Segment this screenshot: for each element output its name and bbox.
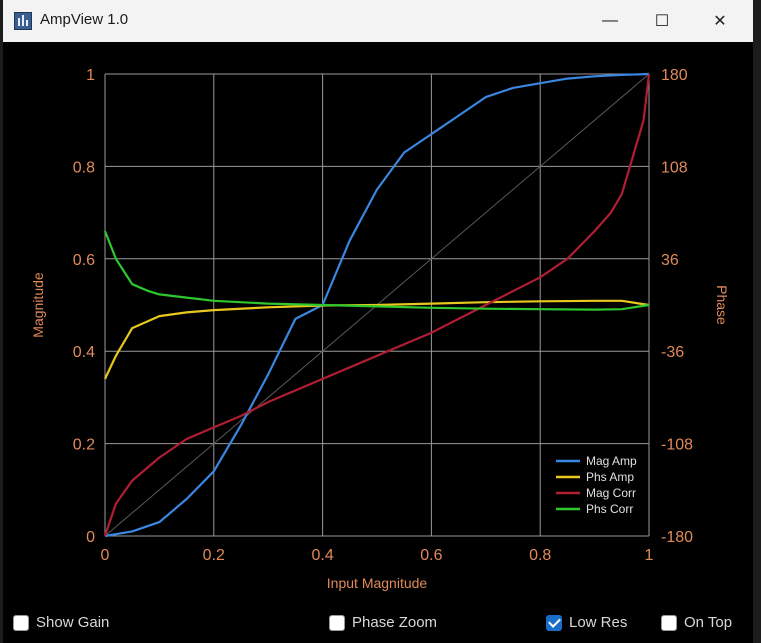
minimize-icon: —: [602, 12, 618, 29]
legend-label: Phs Amp: [586, 470, 634, 484]
title-bar[interactable]: AmpView 1.0 — ☐ ✕: [3, 0, 753, 42]
y-tick-label: 0: [86, 529, 95, 546]
y2-tick-label: -180: [661, 529, 693, 546]
on-top-checkbox-box[interactable]: [661, 614, 677, 631]
x-tick-label: 0.6: [420, 547, 442, 564]
y-tick-label: 0.6: [73, 252, 95, 269]
y2-tick-label: -108: [661, 437, 693, 454]
y2-tick-label: 36: [661, 252, 679, 269]
legend-label: Mag Corr: [586, 486, 636, 500]
on-top-checkbox[interactable]: On Top: [661, 614, 732, 631]
y-tick-label: 1: [86, 67, 95, 84]
legend-label: Phs Corr: [586, 502, 633, 516]
legend-label: Mag Amp: [586, 454, 637, 468]
low-res-label: Low Res: [569, 614, 628, 631]
y-tick-label: 0.4: [73, 344, 95, 361]
y-axis-label: Magnitude: [30, 272, 46, 338]
show-gain-label: Show Gain: [36, 614, 110, 631]
y2-axis-label: Phase: [714, 285, 730, 325]
checkmark-icon: [547, 614, 561, 628]
close-button[interactable]: ✕: [697, 0, 743, 42]
app-window: AmpView 1.0 — ☐ ✕ 0 0.2 0.4 0.6 0.8 1 0 0.2 0.4 0…: [3, 0, 753, 643]
window-title: AmpView 1.0: [40, 11, 129, 28]
y2-tick-label: 108: [661, 159, 688, 176]
show-gain-checkbox-box[interactable]: [13, 614, 29, 631]
y2-tick-label: -36: [661, 344, 684, 361]
y2-tick-label: 180: [661, 67, 688, 84]
x-tick-label: 0: [101, 547, 110, 564]
maximize-icon: ☐: [654, 13, 670, 30]
series-line-phs-amp: [104, 299, 650, 380]
minimize-button[interactable]: —: [587, 0, 633, 42]
options-bar: Show Gain Phase Zoom Low Res On Top: [3, 608, 753, 638]
x-tick-label: 1: [645, 547, 654, 564]
app-icon: [14, 12, 32, 30]
maximize-button[interactable]: ☐: [639, 0, 685, 42]
x-tick-label: 0.2: [203, 547, 225, 564]
chart-panel: 0 0.2 0.4 0.6 0.8 1 0 0.2 0.4 0.6 0.8 1 -180 -108 -36 3…: [3, 42, 753, 612]
phase-zoom-label: Phase Zoom: [352, 614, 438, 631]
low-res-checkbox[interactable]: Low Res: [546, 614, 627, 631]
show-gain-checkbox[interactable]: Show Gain: [13, 614, 109, 631]
on-top-label: On Top: [684, 614, 733, 631]
close-icon: ✕: [713, 13, 727, 30]
x-axis-label: Input Magnitude: [327, 575, 428, 591]
amplitude-chart: 0 0.2 0.4 0.6 0.8 1 0 0.2 0.4 0.6 0.8 1 -180 -108 -36 3…: [30, 67, 730, 591]
y-tick-label: 0.2: [73, 437, 95, 454]
low-res-checkbox-box[interactable]: [546, 614, 562, 631]
phase-zoom-checkbox[interactable]: Phase Zoom: [329, 614, 437, 631]
x-tick-label: 0.4: [311, 547, 333, 564]
x-tick-label: 0.8: [529, 547, 551, 564]
y-tick-label: 0.8: [73, 159, 95, 176]
series-line-phs-corr: [103, 230, 650, 311]
phase-zoom-checkbox-box[interactable]: [329, 614, 345, 631]
